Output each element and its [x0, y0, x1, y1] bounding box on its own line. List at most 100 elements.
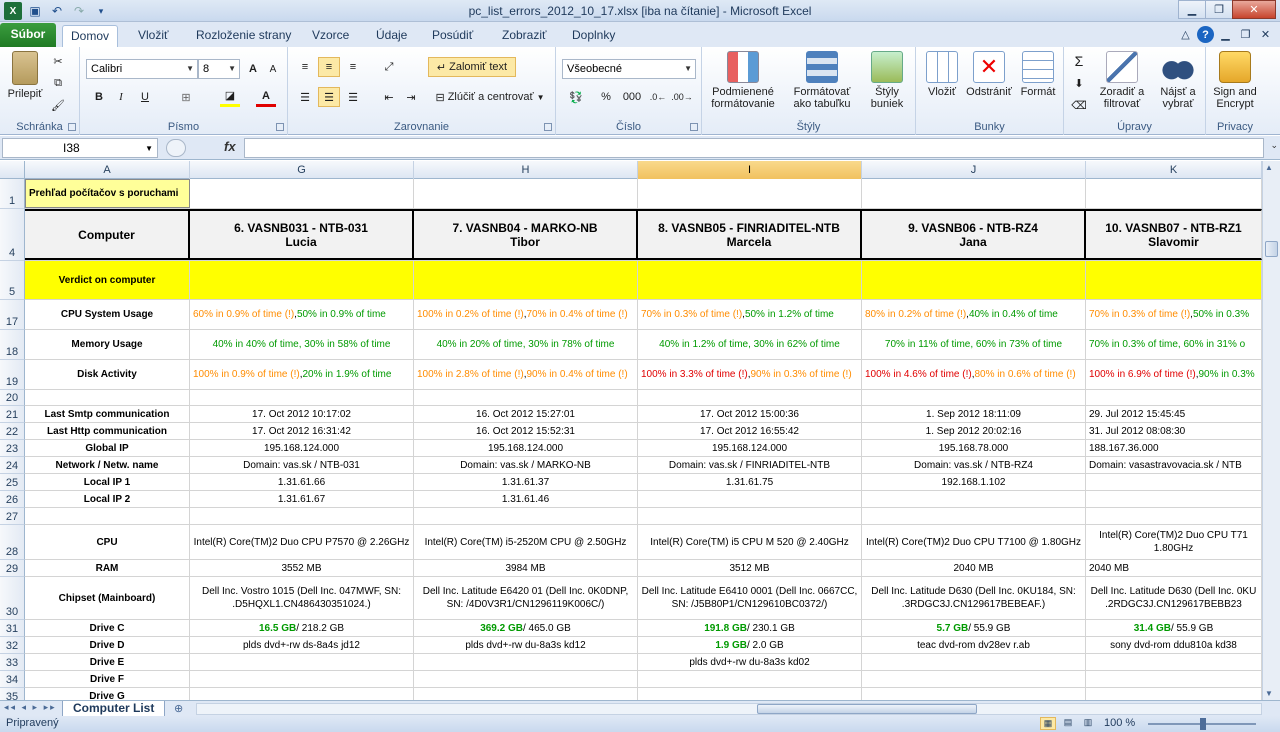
cell[interactable]: 31. Jul 2012 08:08:30: [1086, 423, 1262, 439]
cell[interactable]: 100% in 2.8% of time (!), 90% in 0.4% of…: [414, 360, 638, 389]
clear-icon[interactable]: ⌫: [1068, 95, 1090, 115]
currency-icon[interactable]: 💱: [562, 87, 590, 107]
sheet-nav-icons[interactable]: ◂◂ ◂ ▸ ▸▸: [4, 702, 57, 713]
cell[interactable]: 1. Sep 2012 20:02:16: [862, 423, 1086, 439]
increase-decimal-icon[interactable]: .0←: [648, 87, 668, 107]
zoom-level[interactable]: 100 %: [1104, 717, 1135, 729]
formula-expand-icon[interactable]: [166, 139, 186, 157]
cell[interactable]: [414, 179, 638, 208]
cell[interactable]: [638, 508, 862, 524]
cell[interactable]: 70% in 11% of time, 60% in 73% of time: [862, 330, 1086, 359]
formula-input[interactable]: [244, 138, 1264, 158]
cell[interactable]: [638, 179, 862, 208]
row-header[interactable]: 35: [0, 688, 25, 700]
insert-cells-button[interactable]: Vložiť: [920, 51, 964, 98]
row-header[interactable]: 31: [0, 620, 25, 637]
column-header-h[interactable]: H: [414, 161, 638, 179]
cell[interactable]: 80% in 0.2% of time (!), 40% in 0.4% of …: [862, 300, 1086, 329]
sort-filter-button[interactable]: Zoradiť a filtrovať: [1094, 51, 1150, 110]
cell[interactable]: [25, 390, 190, 405]
cell[interactable]: Dell Inc. Latitude E6410 0001 (Dell Inc.…: [638, 577, 862, 619]
cell[interactable]: teac dvd-rom dv28ev r.ab: [862, 637, 1086, 653]
align-middle-icon[interactable]: ≡: [318, 57, 340, 77]
row-header[interactable]: 18: [0, 330, 25, 360]
row-label-cell[interactable]: RAM: [25, 560, 190, 576]
row-label-cell[interactable]: Network / Netw. name: [25, 457, 190, 473]
cell[interactable]: [190, 671, 414, 687]
cell[interactable]: [862, 508, 1086, 524]
verdict-cell[interactable]: [1086, 261, 1262, 299]
align-right-icon[interactable]: ☰: [342, 87, 364, 107]
number-launcher-icon[interactable]: [690, 123, 698, 131]
cell[interactable]: 17. Oct 2012 15:00:36: [638, 406, 862, 422]
cell[interactable]: 2040 MB: [862, 560, 1086, 576]
cell[interactable]: Dell Inc. Latitude D630 (Dell Inc. 0KU .…: [1086, 577, 1262, 619]
cell[interactable]: 2040 MB: [1086, 560, 1262, 576]
cell[interactable]: 195.168.78.000: [862, 440, 1086, 456]
font-color-icon[interactable]: A: [256, 87, 276, 107]
cell[interactable]: Intel(R) Core(TM)2 Duo CPU T71 1.80GHz: [1086, 525, 1262, 559]
cell[interactable]: [414, 508, 638, 524]
cell[interactable]: [414, 688, 638, 700]
column-header-k[interactable]: K: [1086, 161, 1262, 179]
verdict-cell[interactable]: [862, 261, 1086, 299]
computer-header-cell[interactable]: 9. VASNB06 - NTB-RZ4 Jana: [862, 209, 1086, 260]
formula-bar-expand-icon[interactable]: ⌄: [1270, 140, 1278, 151]
tab-review[interactable]: Posúdiť: [424, 25, 481, 47]
cell[interactable]: [862, 179, 1086, 208]
cell[interactable]: Domain: vasastravovacia.sk / NTB: [1086, 457, 1262, 473]
cell[interactable]: 195.168.124.000: [414, 440, 638, 456]
sheet-title-cell[interactable]: Prehľad počítačov s poruchami: [25, 179, 190, 208]
insert-function-icon[interactable]: fx: [224, 139, 236, 154]
tab-addins[interactable]: Doplnky: [564, 25, 623, 47]
cell[interactable]: 100% in 6.9% of time (!), 90% in 0.3%: [1086, 360, 1262, 389]
cell[interactable]: 100% in 0.2% of time (!), 70% in 0.4% of…: [414, 300, 638, 329]
conditional-formatting-button[interactable]: Podmienené formátovanie: [706, 51, 780, 110]
computer-label-cell[interactable]: Computer: [25, 209, 190, 260]
cell[interactable]: 1.31.61.75: [638, 474, 862, 490]
row-header[interactable]: 25: [0, 474, 25, 491]
fill-color-icon[interactable]: ◪: [220, 87, 240, 107]
wrap-text-button[interactable]: ↵ Zalomiť text: [428, 57, 516, 77]
row-header[interactable]: 26: [0, 491, 25, 508]
sign-encrypt-button[interactable]: Sign and Encrypt: [1208, 51, 1262, 110]
cell[interactable]: [1086, 390, 1262, 405]
row-header[interactable]: 34: [0, 671, 25, 688]
verdict-label-cell[interactable]: Verdict on computer: [25, 261, 190, 299]
cell[interactable]: Domain: vas.sk / MARKO-NB: [414, 457, 638, 473]
cell[interactable]: 40% in 40% of time, 30% in 58% of time: [190, 330, 414, 359]
font-size-combo[interactable]: 8 ▼: [198, 59, 240, 79]
cell[interactable]: Intel(R) Core(TM)2 Duo CPU T7100 @ 1.80G…: [862, 525, 1086, 559]
normal-view-icon[interactable]: ▦: [1040, 717, 1056, 730]
insert-sheet-icon[interactable]: ⊕: [174, 702, 192, 716]
computer-header-cell[interactable]: 8. VASNB05 - FINRIADITEL-NTB Marcela: [638, 209, 862, 260]
cell[interactable]: Intel(R) Core(TM)2 Duo CPU P7570 @ 2.26G…: [190, 525, 414, 559]
cell[interactable]: 70% in 0.3% of time (!), 50% in 1.2% of …: [638, 300, 862, 329]
fill-icon[interactable]: ⬇: [1068, 73, 1090, 93]
align-top-icon[interactable]: ≡: [294, 57, 316, 77]
cell[interactable]: [190, 688, 414, 700]
row-header[interactable]: 5: [0, 261, 25, 300]
row-header[interactable]: 27: [0, 508, 25, 525]
close-icon[interactable]: ✕: [1232, 0, 1276, 19]
tab-home[interactable]: Domov: [62, 25, 119, 47]
row-label-cell[interactable]: Drive E: [25, 654, 190, 670]
cell-styles-button[interactable]: Štýly buniek: [862, 51, 912, 110]
align-center-icon[interactable]: ☰: [318, 87, 340, 107]
cell[interactable]: [1086, 491, 1262, 507]
doc-close-icon[interactable]: ✕: [1257, 26, 1274, 43]
row-header[interactable]: 28: [0, 525, 25, 560]
number-format-combo[interactable]: Všeobecné ▼: [562, 59, 696, 79]
computer-header-cell[interactable]: 6. VASNB031 - NTB-031 Lucia: [190, 209, 414, 260]
cell[interactable]: 100% in 0.9% of time (!), 20% in 1.9% of…: [190, 360, 414, 389]
minimize-icon[interactable]: ▁: [1178, 0, 1206, 19]
cell[interactable]: 70% in 0.3% of time, 60% in 31% o: [1086, 330, 1262, 359]
format-cells-button[interactable]: Formát: [1016, 51, 1060, 98]
cell[interactable]: 60% in 0.9% of time (!), 50% in 0.9% of …: [190, 300, 414, 329]
doc-minimize-icon[interactable]: ▁: [1217, 26, 1234, 43]
delete-cells-button[interactable]: ✕ Odstrániť: [964, 51, 1014, 98]
tab-file[interactable]: Súbor: [0, 23, 56, 47]
cell[interactable]: [638, 390, 862, 405]
vertical-scrollbar[interactable]: ▲ ▼: [1262, 161, 1280, 700]
find-select-button[interactable]: Nájsť a vybrať: [1152, 51, 1204, 110]
